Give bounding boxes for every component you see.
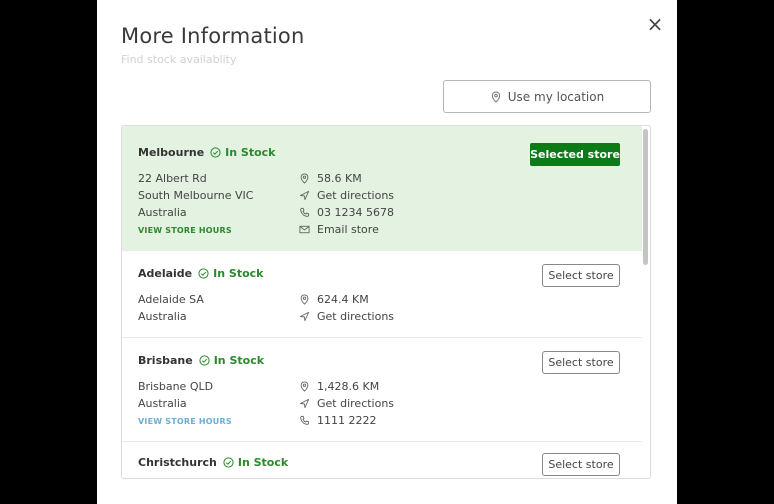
map-pin-icon [491, 90, 500, 103]
view-store-hours-link[interactable]: VIEW STORE HOURS [138, 417, 232, 426]
stock-status: In Stock [210, 146, 275, 159]
address-line: Australia [138, 310, 187, 323]
select-store-button[interactable]: Select store [542, 264, 620, 287]
store-header: Adelaide In Stock [138, 267, 263, 280]
store-header: Melbourne In Stock [138, 146, 275, 159]
close-icon[interactable]: × [645, 14, 665, 34]
view-store-hours-link[interactable]: VIEW STORE HOURS [138, 226, 232, 235]
store-item-adelaide[interactable]: Adelaide In Stock Adelaide SA Australia … [122, 251, 642, 338]
check-circle-icon [199, 355, 210, 366]
select-store-button[interactable]: Select store [542, 453, 620, 476]
navigation-arrow-icon [299, 311, 310, 322]
phone-number[interactable]: 1111 2222 [317, 414, 377, 427]
map-pin-icon [300, 381, 309, 392]
navigation-arrow-icon [299, 398, 310, 409]
use-my-location-label: Use my location [507, 89, 605, 104]
address-line: Adelaide SA [138, 293, 204, 306]
get-directions-link[interactable]: Get directions [317, 310, 394, 323]
stock-label: In Stock [213, 267, 264, 280]
phone-row[interactable]: 1111 2222 [299, 412, 394, 429]
map-pin-icon [300, 294, 309, 305]
directions-row[interactable]: Get directions [299, 187, 394, 204]
store-item-melbourne[interactable]: Melbourne In Stock 22 Albert Rd South Me… [122, 126, 642, 251]
store-address: Adelaide SA Australia [138, 291, 204, 325]
store-name: Brisbane [138, 354, 193, 367]
phone-number[interactable]: 03 1234 5678 [317, 206, 394, 219]
check-circle-icon [210, 147, 221, 158]
store-address: 22 Albert Rd South Melbourne VIC Austral… [138, 170, 253, 221]
stock-status: In Stock [198, 267, 263, 280]
distance-row: 624.4 KM [299, 291, 394, 308]
distance-value: 58.6 KM [317, 172, 362, 185]
phone-row[interactable]: 03 1234 5678 [299, 204, 394, 221]
store-header: Brisbane In Stock [138, 354, 264, 367]
map-pin-icon [300, 173, 309, 184]
address-line: Australia [138, 206, 187, 219]
phone-icon [300, 415, 310, 425]
address-line: Australia [138, 397, 187, 410]
use-my-location-button[interactable]: Use my location [443, 80, 651, 113]
store-list[interactable]: Melbourne In Stock 22 Albert Rd South Me… [121, 125, 651, 479]
distance-value: 1,428.6 KM [317, 380, 380, 393]
address-line: 22 Albert Rd [138, 172, 207, 185]
store-details: 1,428.6 KM Get directions 1111 2222 [299, 378, 394, 429]
stock-status: In Stock [199, 354, 264, 367]
store-item-christchurch[interactable]: Christchurch In Stock Select store [122, 442, 642, 478]
distance-row: 1,428.6 KM [299, 378, 394, 395]
stock-label: In Stock [225, 146, 276, 159]
store-details: 58.6 KM Get directions 03 1234 5678 Emai… [299, 170, 394, 238]
get-directions-link[interactable]: Get directions [317, 397, 394, 410]
phone-icon [300, 207, 310, 217]
selected-store-button[interactable]: Selected store [530, 143, 620, 166]
address-line: South Melbourne VIC [138, 189, 254, 202]
store-item-brisbane[interactable]: Brisbane In Stock Brisbane QLD Australia… [122, 338, 642, 442]
directions-row[interactable]: Get directions [299, 308, 394, 325]
store-name: Adelaide [138, 267, 193, 280]
stock-label: In Stock [213, 354, 265, 367]
scrollbar-thumb[interactable] [643, 129, 648, 265]
stock-label: In Stock [237, 456, 289, 469]
get-directions-link[interactable]: Get directions [317, 189, 394, 202]
store-address: Brisbane QLD Australia [138, 378, 213, 412]
check-circle-icon [223, 457, 234, 468]
modal-title: More Information [121, 24, 305, 48]
check-circle-icon [198, 268, 209, 279]
navigation-arrow-icon [299, 190, 310, 201]
modal-subtitle: Find stock availablity [121, 53, 237, 66]
email-store-link[interactable]: Email store [317, 223, 379, 236]
directions-row[interactable]: Get directions [299, 395, 394, 412]
envelope-icon [299, 225, 310, 234]
store-name: Christchurch [138, 456, 217, 469]
store-header: Christchurch In Stock [138, 456, 288, 469]
store-name: Melbourne [138, 146, 205, 159]
store-availability-modal: × More Information Find stock availablit… [97, 0, 677, 504]
distance-row: 58.6 KM [299, 170, 394, 187]
distance-value: 624.4 KM [317, 293, 369, 306]
email-row[interactable]: Email store [299, 221, 394, 238]
store-details: 624.4 KM Get directions [299, 291, 394, 325]
select-store-button[interactable]: Select store [542, 351, 620, 374]
stock-status: In Stock [223, 456, 288, 469]
address-line: Brisbane QLD [138, 380, 214, 393]
